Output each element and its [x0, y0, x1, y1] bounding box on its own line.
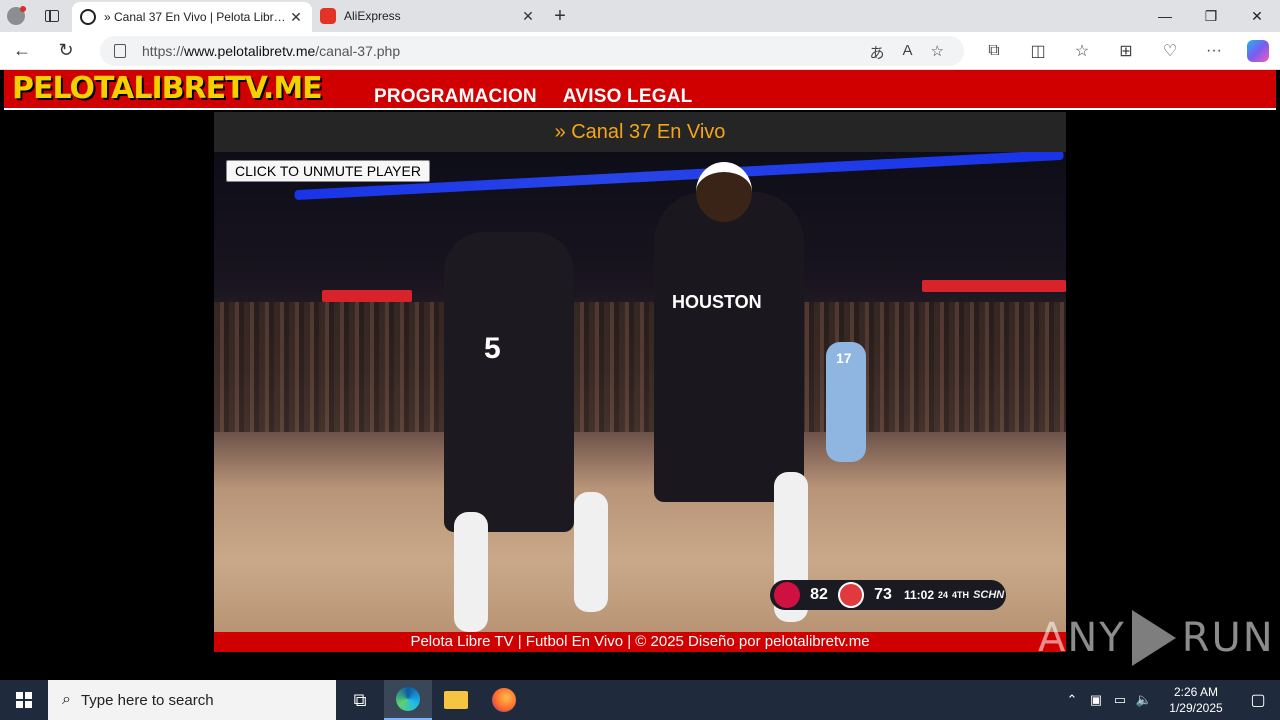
window-controls: — ❐ ✕ [1142, 0, 1280, 32]
address-toolbar: ← ↻ https:// www.pelotalibretv.me /canal… [0, 32, 1280, 70]
windows-logo-icon [16, 692, 32, 708]
basketball-player: 17 [826, 342, 866, 462]
game-clock: 11:02 [904, 588, 935, 602]
network-logo: SCHN [973, 589, 1005, 601]
jersey-number: 17 [836, 350, 852, 366]
url-input[interactable]: https:// www.pelotalibretv.me /canal-37.… [100, 36, 964, 66]
rockets-logo-icon [774, 582, 800, 608]
tab-title: AliExpress [344, 9, 401, 23]
url-icons: あ A ☆ [870, 42, 944, 63]
home-score: 82 [810, 586, 828, 603]
clock-date: 1/29/2025 [1169, 701, 1223, 715]
site-footer: Pelota Libre TV | Futbol En Vivo | © 202… [214, 632, 1066, 652]
restore-button[interactable]: ❐ [1188, 0, 1234, 32]
tab-title: » Canal 37 En Vivo | Pelota Libre TV [104, 10, 288, 24]
edge-icon [396, 687, 420, 711]
close-window-button[interactable]: ✕ [1234, 0, 1280, 32]
nav-programacion-link[interactable]: PROGRAMACION [374, 86, 537, 108]
scoreboard: 82 73 11:02 24 4TH SCHN [770, 580, 1006, 610]
volume-icon[interactable]: 🔈 [1132, 692, 1156, 708]
performance-icon[interactable]: ♡ [1148, 41, 1192, 61]
play-triangle-icon [1131, 610, 1176, 666]
anyrun-watermark: ANY RUN [1038, 610, 1275, 666]
web-page: PELOTALIBRETV.ME PROGRAMACION AVISO LEGA… [4, 70, 1276, 676]
jersey-number: 5 [484, 332, 501, 365]
lock-icon[interactable] [114, 44, 126, 58]
crowd [214, 302, 1066, 432]
arena-ad-board [922, 280, 1066, 292]
taskbar-search[interactable]: ⌕ Type here to search [48, 680, 336, 720]
arena-ad-board [322, 290, 412, 302]
site-logo[interactable]: PELOTALIBRETV.ME [12, 71, 323, 106]
back-button[interactable]: ← [0, 32, 44, 70]
browser-tab-bar: » Canal 37 En Vivo | Pelota Libre TV ✕ A… [0, 0, 1280, 32]
site-nav: PROGRAMACION AVISO LEGAL [374, 86, 692, 108]
url-path: /canal-37.php [315, 43, 401, 59]
video-player[interactable]: 5 HOUSTON 17 CLICK TO UNMUTE PLAYER 82 7… [214, 152, 1066, 632]
clock-time: 2:26 AM [1173, 685, 1219, 699]
translate-icon[interactable]: あ [870, 42, 885, 63]
shot-clock: 24 [938, 590, 949, 600]
nav-aviso-legal-link[interactable]: AVISO LEGAL [563, 86, 693, 108]
copilot-icon[interactable] [1247, 40, 1269, 62]
task-view-button[interactable]: ⧉ [336, 680, 384, 720]
tab-aliexpress[interactable]: AliExpress ✕ [312, 0, 544, 32]
player-leg [574, 492, 608, 612]
basketball-player: HOUSTON [654, 162, 804, 502]
jersey-text: HOUSTON [672, 292, 762, 312]
minimize-button[interactable]: — [1142, 0, 1188, 32]
firefox-icon [492, 688, 516, 712]
site-header: PELOTALIBRETV.ME PROGRAMACION AVISO LEGA… [4, 70, 1276, 110]
read-aloud-icon[interactable]: A [903, 42, 913, 63]
aliexpress-icon [320, 8, 336, 24]
taskbar-file-explorer[interactable] [432, 680, 480, 720]
search-placeholder: Type here to search [80, 691, 214, 709]
system-tray: ⌃ ▣ ▭ 🔈 2:26 AM 1/29/2025 ▢ [1060, 680, 1280, 720]
network-icon[interactable]: ▭ [1108, 692, 1132, 708]
player-headband [696, 162, 752, 222]
chevron-up-icon[interactable]: ⌃ [1060, 692, 1084, 708]
search-icon: ⌕ [62, 691, 71, 708]
notifications-icon[interactable]: ▢ [1236, 690, 1280, 710]
reload-button[interactable]: ↻ [44, 32, 88, 70]
main-content: » Canal 37 En Vivo 5 HOUSTON 17 CLICK TO… [214, 112, 1066, 652]
url-host: www.pelotalibretv.me [184, 43, 316, 59]
browser-toolbar: ⧉ ◫ ☆ ⊞ ♡ ··· [972, 32, 1280, 70]
split-screen-icon[interactable]: ◫ [1016, 41, 1060, 61]
tab-actions-icon [45, 10, 59, 22]
profile-button[interactable] [0, 0, 32, 32]
quarter: 4TH [952, 590, 970, 600]
taskbar-firefox[interactable] [480, 680, 528, 720]
away-score: 73 [874, 586, 892, 603]
folder-icon [444, 691, 468, 709]
favorite-star-icon[interactable]: ☆ [931, 42, 944, 63]
player-leg [454, 512, 488, 632]
favorites-icon[interactable]: ☆ [1060, 41, 1104, 61]
new-tab-button[interactable]: + [544, 5, 576, 28]
basketball-player: 5 [444, 232, 574, 532]
channel-title: » Canal 37 En Vivo [214, 112, 1066, 152]
soccer-ball-icon [80, 9, 96, 25]
taskbar: ⌕ Type here to search ⧉ ⌃ ▣ ▭ 🔈 2:26 AM … [0, 680, 1280, 720]
extensions-icon[interactable]: ⧉ [972, 42, 1016, 60]
tab-canal-37[interactable]: » Canal 37 En Vivo | Pelota Libre TV ✕ [72, 2, 312, 32]
watermark-right: RUN [1181, 615, 1275, 661]
tab-actions-button[interactable] [32, 0, 72, 32]
tab-close-icon[interactable]: ✕ [520, 8, 536, 25]
unmute-player-button[interactable]: CLICK TO UNMUTE PLAYER [226, 160, 430, 182]
taskbar-clock[interactable]: 2:26 AM 1/29/2025 [1156, 684, 1236, 716]
url-prefix: https:// [142, 43, 185, 59]
device-icon[interactable]: ▣ [1084, 692, 1108, 708]
watermark-left: ANY [1038, 615, 1126, 661]
hawks-logo-icon [838, 582, 864, 608]
taskbar-edge[interactable] [384, 680, 432, 720]
collections-icon[interactable]: ⊞ [1104, 41, 1148, 61]
tab-close-icon[interactable]: ✕ [288, 9, 304, 26]
more-menu-icon[interactable]: ··· [1192, 42, 1236, 60]
notification-dot [20, 6, 26, 12]
start-button[interactable] [0, 680, 48, 720]
